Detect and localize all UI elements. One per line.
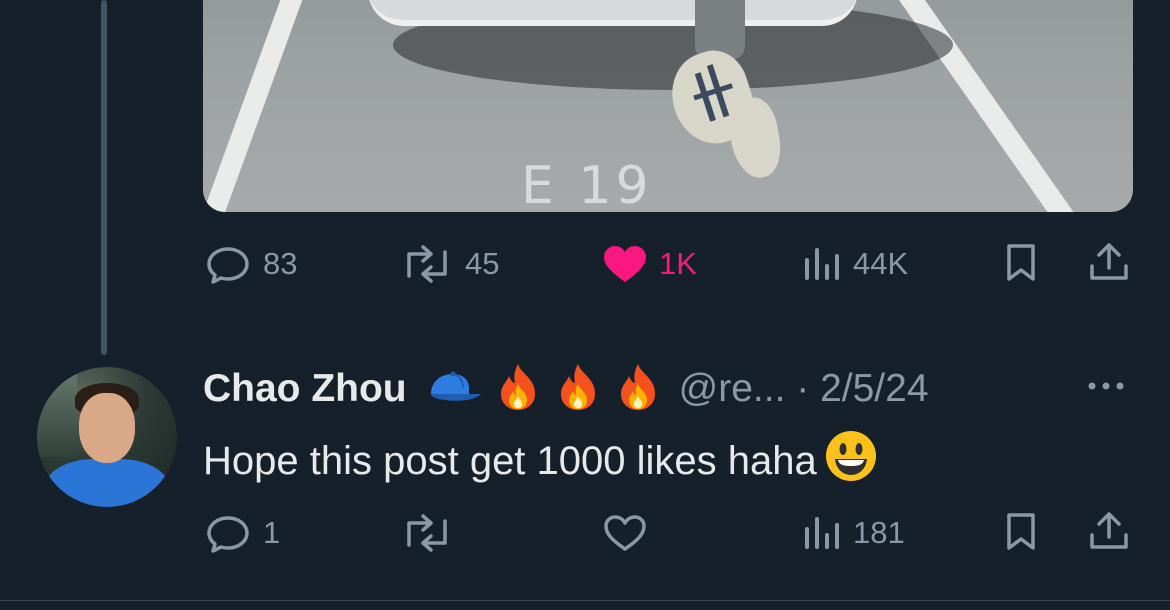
- divider: [0, 600, 1170, 601]
- reply-button[interactable]: 83: [203, 244, 297, 284]
- reply-count: 83: [263, 246, 298, 281]
- heart-outline-icon: [601, 513, 649, 553]
- like-button[interactable]: [601, 513, 649, 553]
- grinning-face-emoji-icon: [823, 428, 879, 494]
- views-button[interactable]: 181: [801, 513, 905, 553]
- reply-action-bar: 1 181: [203, 511, 1135, 556]
- like-count: 1K: [659, 246, 697, 281]
- name-emoji-badges: [423, 362, 661, 417]
- repost-icon: [399, 513, 455, 553]
- thread-line: [101, 0, 107, 355]
- reply-text-row: Hope this post get 1000 likes haha: [203, 428, 879, 494]
- handle-and-date[interactable]: @re... · 2/5/24: [679, 367, 929, 411]
- reply-icon: [203, 513, 253, 553]
- floor-marking-text: E 19: [521, 156, 653, 212]
- share-button[interactable]: [1087, 511, 1131, 556]
- repost-button[interactable]: [399, 513, 455, 553]
- fire-emoji-icon: [615, 362, 661, 417]
- bookmark-icon: [1001, 511, 1041, 556]
- more-dots-icon: [1085, 382, 1127, 402]
- repost-count: 45: [465, 246, 500, 281]
- like-button[interactable]: 1K: [601, 244, 697, 284]
- views-icon: [801, 513, 843, 553]
- more-options-button[interactable]: [1085, 374, 1127, 403]
- display-name[interactable]: Chao Zhou: [203, 367, 407, 411]
- share-button[interactable]: [1087, 242, 1131, 287]
- views-button[interactable]: 44K: [801, 244, 908, 284]
- fire-emoji-icon: [495, 362, 541, 417]
- heart-filled-icon: [601, 244, 649, 284]
- views-icon: [801, 244, 843, 284]
- reply-button[interactable]: 1: [203, 513, 280, 553]
- reply-text: Hope this post get 1000 likes haha: [203, 438, 817, 483]
- share-icon: [1087, 242, 1131, 287]
- views-count: 181: [853, 515, 905, 550]
- bookmark-button[interactable]: [1001, 242, 1041, 287]
- cap-emoji-icon: [423, 370, 481, 409]
- views-count: 44K: [853, 246, 909, 281]
- repost-icon: [399, 244, 455, 284]
- reply-icon: [203, 244, 253, 284]
- share-icon: [1087, 511, 1131, 556]
- post-action-bar: 83 45 1K 44K: [203, 242, 1135, 287]
- bookmark-icon: [1001, 242, 1041, 287]
- reply-count: 1: [263, 515, 281, 550]
- reply-header: Chao Zhou @re... · 2/5/24: [203, 363, 929, 415]
- bookmark-button[interactable]: [1001, 511, 1041, 556]
- post-media-image[interactable]: E 19: [203, 0, 1133, 212]
- repost-button[interactable]: 45: [399, 244, 499, 284]
- avatar[interactable]: [37, 367, 177, 507]
- fire-emoji-icon: [555, 362, 601, 417]
